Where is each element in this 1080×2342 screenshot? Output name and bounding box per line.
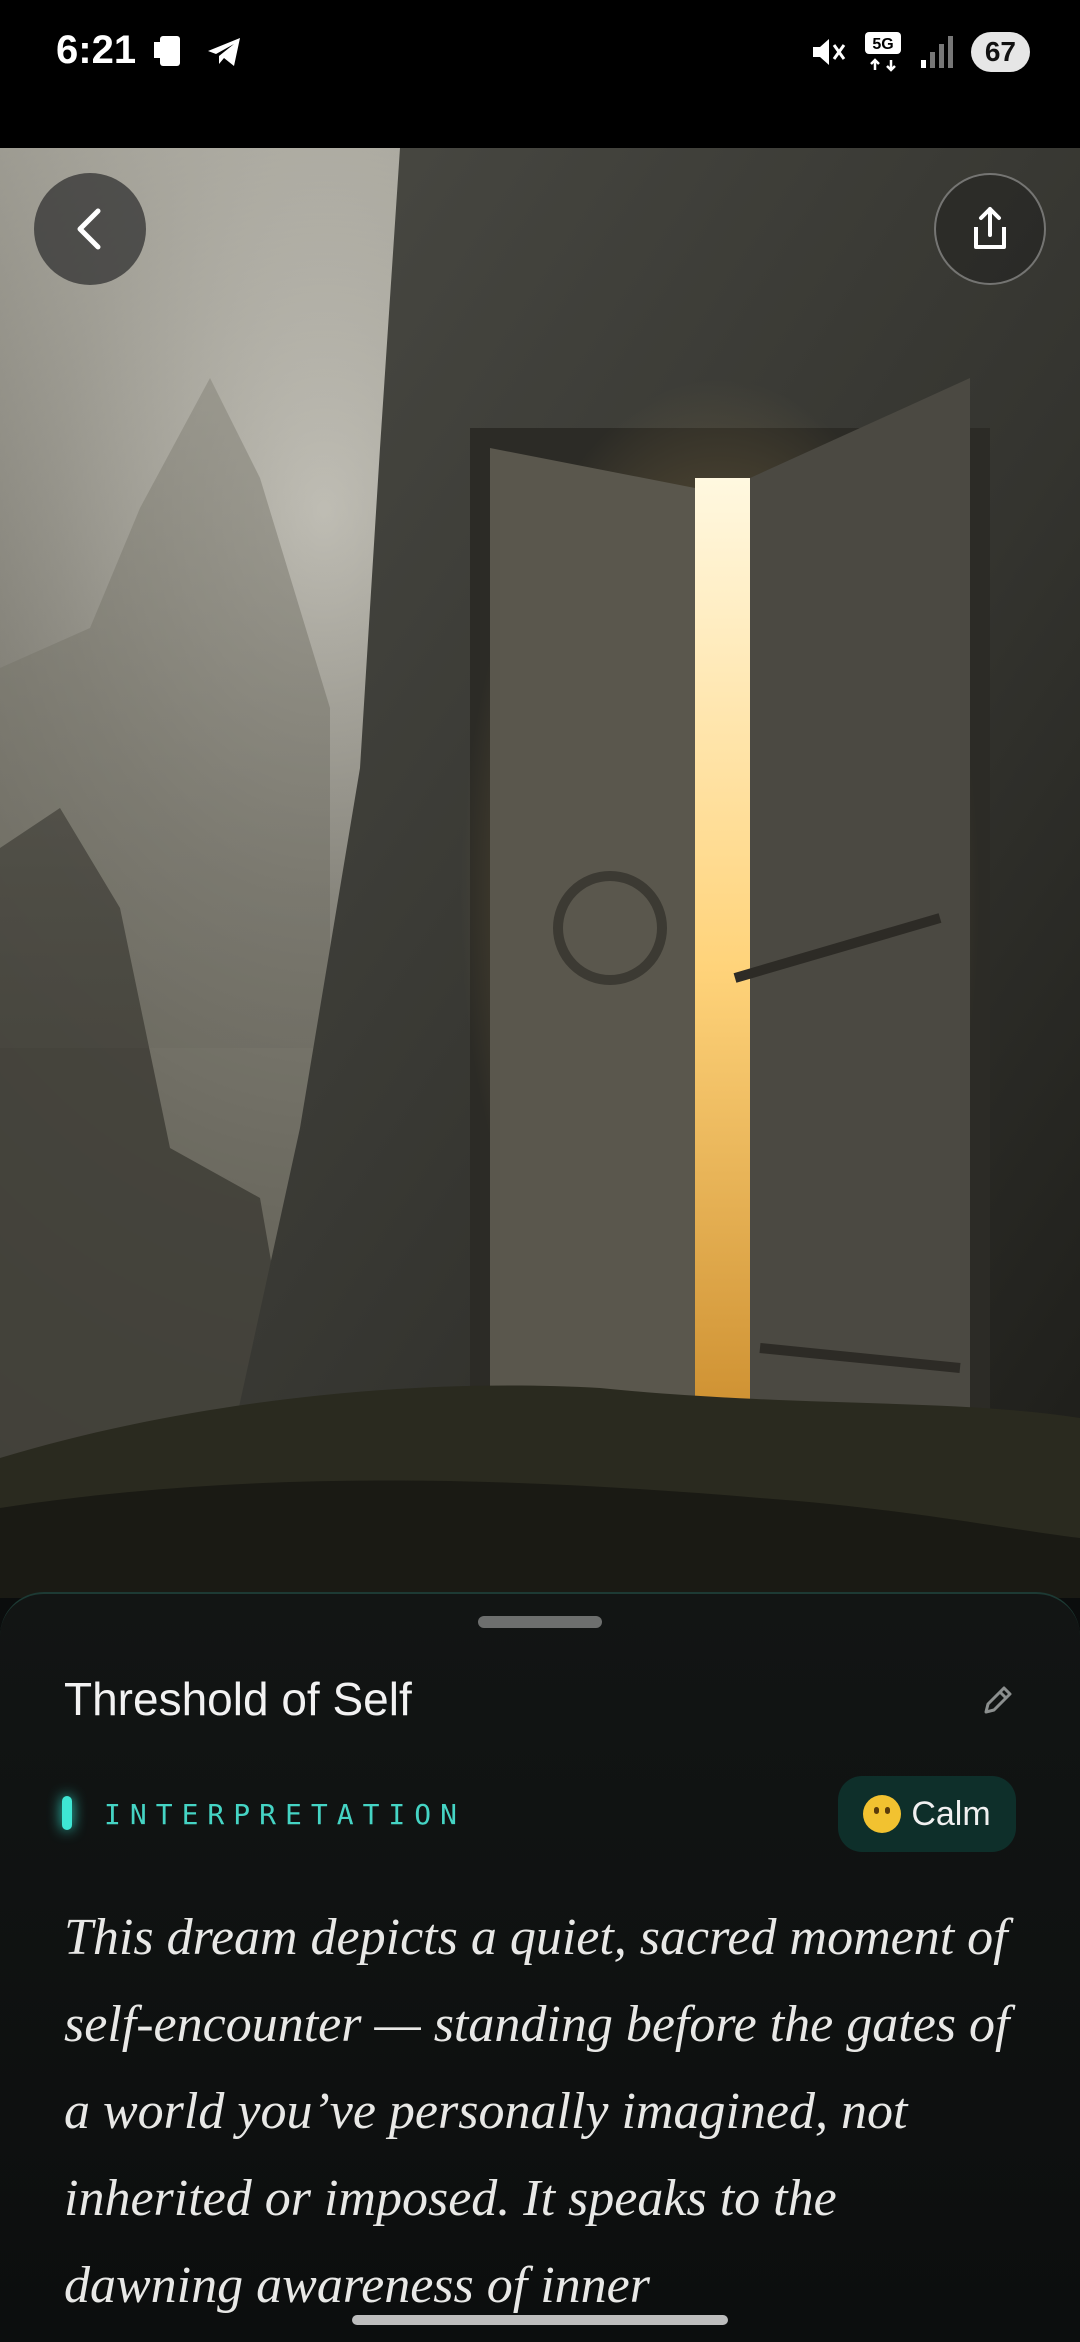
status-bar: 6:21 5G 67 <box>0 0 1080 148</box>
svg-text:5G: 5G <box>872 36 893 53</box>
share-icon <box>974 207 1006 249</box>
phone-notification-icon <box>154 36 180 66</box>
smiley-icon <box>863 1795 902 1833</box>
section-label: INTERPRETATION <box>104 1798 467 1831</box>
sheet-drag-handle[interactable] <box>478 1616 602 1628</box>
battery-indicator: 67 <box>970 32 1030 72</box>
dream-image <box>0 148 1080 1598</box>
home-indicator[interactable] <box>352 2315 728 2325</box>
section-accent-bar <box>62 1796 72 1830</box>
5g-icon: 5G <box>864 32 901 72</box>
status-left-icons <box>150 32 244 72</box>
back-button[interactable] <box>34 173 146 285</box>
edit-icon[interactable] <box>980 1682 1016 1718</box>
telegram-icon <box>208 38 240 66</box>
status-time: 6:21 <box>56 28 137 72</box>
mute-icon <box>812 39 846 65</box>
mood-badge[interactable]: Calm <box>838 1776 1016 1852</box>
dream-detail-sheet: Threshold of Self INTERPRETATION Calm Th… <box>0 1592 1080 2342</box>
share-button[interactable] <box>934 173 1046 285</box>
interpretation-text: This dream depicts a quiet, sacred momen… <box>64 1909 1010 2314</box>
mood-label: Calm <box>911 1794 991 1833</box>
dream-illustration <box>0 148 1080 1598</box>
status-right-icons: 5G 67 <box>807 30 1030 74</box>
dream-title: Threshold of Self <box>64 1673 412 1725</box>
chevron-left-icon <box>77 208 101 250</box>
signal-icon <box>920 36 953 68</box>
